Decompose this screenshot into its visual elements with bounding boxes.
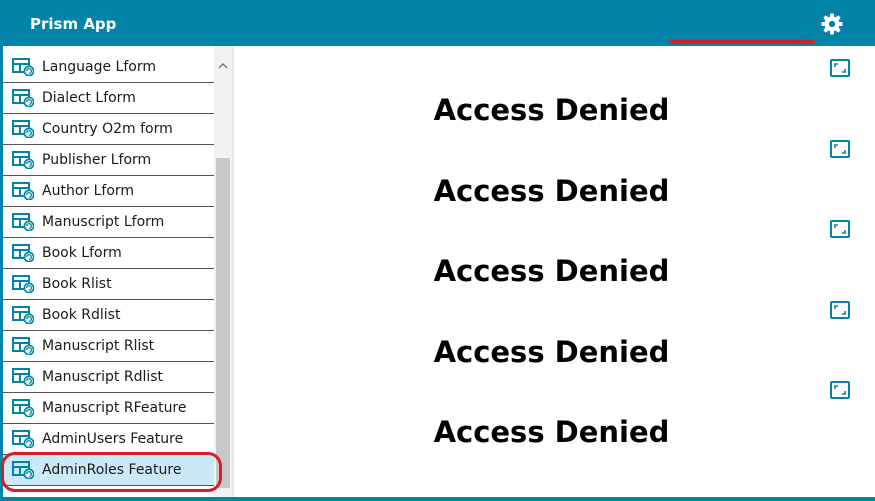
- sidebar-item-label: Dialect Lform: [42, 90, 136, 106]
- sidebar-item[interactable]: Author Lform: [3, 176, 214, 207]
- sidebar-item[interactable]: Dialect Lform: [3, 83, 214, 114]
- form-grid-refresh-icon: [12, 368, 34, 386]
- sidebar-scrollbar[interactable]: [214, 46, 232, 497]
- sidebar-item[interactable]: Publisher Lform: [3, 145, 214, 176]
- sidebar-item-label: Manuscript RFeature: [42, 400, 187, 416]
- settings-highlight-underline: [669, 40, 815, 44]
- sidebar-item[interactable]: Manuscript RFeature: [3, 393, 214, 424]
- sidebar-item[interactable]: AdminUsers Feature: [3, 424, 214, 455]
- sidebar: Language Lform Dialect Lform Country O2m f…: [3, 46, 232, 497]
- access-denied-message: Access Denied: [433, 334, 670, 369]
- sidebar-item-label: Author Lform: [42, 183, 135, 199]
- sidebar-item[interactable]: Book Lform: [3, 238, 214, 269]
- sidebar-item[interactable]: AdminRoles Feature: [3, 455, 214, 486]
- sidebar-item-label: Publisher Lform: [42, 152, 152, 168]
- access-panel: Access Denied: [234, 217, 875, 297]
- app-title: Prism App: [30, 15, 117, 33]
- sidebar-item[interactable]: Book Rlist: [3, 269, 214, 300]
- access-panel: Access Denied: [234, 378, 875, 458]
- scroll-thumb[interactable]: [216, 158, 230, 488]
- access-denied-message: Access Denied: [433, 415, 670, 449]
- access-denied-message: Access Denied: [433, 93, 670, 127]
- form-grid-refresh-icon: [12, 461, 34, 479]
- form-grid-refresh-icon: [12, 151, 34, 169]
- sidebar-item[interactable]: Manuscript Rdlist: [3, 362, 214, 393]
- main-content: Access Denied Access Denied Access Denied A…: [234, 46, 875, 497]
- sidebar-item-label: AdminUsers Feature: [42, 431, 184, 447]
- form-grid-refresh-icon: [12, 430, 34, 448]
- form-grid-refresh-icon: [12, 58, 34, 76]
- form-grid-refresh-icon: [12, 213, 34, 231]
- form-grid-refresh-icon: [12, 182, 34, 200]
- bottom-border: [0, 497, 875, 501]
- expand-icon[interactable]: [830, 381, 850, 399]
- sidebar-item-label: Book Rlist: [42, 276, 112, 292]
- access-panel: Access Denied: [234, 137, 875, 217]
- app-header: Prism App: [0, 0, 875, 46]
- sidebar-item-label: Country O2m form: [42, 121, 173, 137]
- sidebar-item[interactable]: Manuscript Rlist: [3, 331, 214, 362]
- form-grid-refresh-icon: [12, 89, 34, 107]
- sidebar-item[interactable]: Country O2m form: [3, 114, 214, 145]
- scroll-up-arrow-icon[interactable]: [214, 54, 232, 69]
- sidebar-item-label: Manuscript Lform: [42, 214, 165, 230]
- sidebar-item-label: AdminRoles Feature: [42, 462, 182, 478]
- expand-icon[interactable]: [830, 300, 850, 319]
- sidebar-item[interactable]: Manuscript Lform: [3, 207, 214, 238]
- sidebar-item-label: Manuscript Rlist: [42, 338, 155, 354]
- sidebar-item-label: Language Lform: [42, 59, 156, 75]
- expand-icon[interactable]: [830, 139, 850, 158]
- gear-icon[interactable]: [820, 12, 844, 36]
- sidebar-item-label: Book Lform: [42, 245, 122, 261]
- form-grid-refresh-icon: [12, 275, 34, 293]
- form-grid-refresh-icon: [12, 399, 34, 417]
- expand-icon[interactable]: [830, 59, 850, 77]
- sidebar-item[interactable]: Book Rdlist: [3, 300, 214, 331]
- access-denied-message: Access Denied: [433, 254, 670, 288]
- access-panel: Access Denied: [234, 56, 875, 136]
- form-grid-refresh-icon: [12, 306, 34, 324]
- access-denied-message: Access Denied: [433, 173, 670, 208]
- sidebar-item-label: Manuscript Rdlist: [42, 369, 164, 385]
- expand-icon[interactable]: [830, 220, 850, 238]
- form-grid-refresh-icon: [12, 337, 34, 355]
- access-panel: Access Denied: [234, 298, 875, 378]
- sidebar-item-label: Book Rdlist: [42, 307, 121, 323]
- sidebar-nav-list: Language Lform Dialect Lform Country O2m f…: [3, 52, 214, 486]
- form-grid-refresh-icon: [12, 244, 34, 262]
- sidebar-item[interactable]: Language Lform: [3, 52, 214, 83]
- form-grid-refresh-icon: [12, 120, 34, 138]
